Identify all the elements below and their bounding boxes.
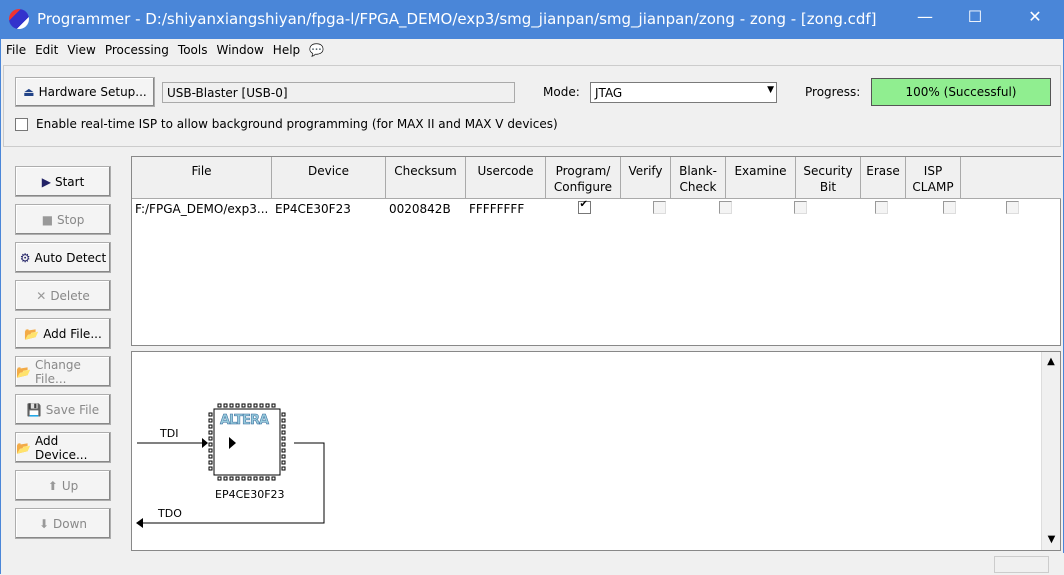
cell-checkbox[interactable] bbox=[718, 201, 732, 214]
column-header[interactable]: Blank- Check bbox=[671, 157, 726, 199]
device-table: File Device Checksum Usercode Program/ Confi… bbox=[131, 156, 1061, 346]
window-title: Programmer - D:/shiyanxiangshiyan/fpga-l… bbox=[37, 10, 877, 28]
feedback-icon[interactable]: 💬 bbox=[304, 41, 328, 57]
tdi-label: TDI bbox=[160, 427, 179, 440]
column-header[interactable]: File bbox=[132, 157, 272, 199]
stop-icon: ■ bbox=[41, 212, 54, 227]
stop-button[interactable]: ■ Stop bbox=[15, 204, 111, 235]
isp-checkbox[interactable] bbox=[15, 117, 28, 131]
mode-label: Mode: bbox=[543, 85, 580, 99]
cell-usercode: FFFFFFFF bbox=[469, 202, 525, 216]
column-header-filler bbox=[961, 157, 1061, 199]
cell-checkbox[interactable] bbox=[942, 201, 956, 214]
column-header[interactable]: Device bbox=[272, 157, 386, 199]
jtag-chain-diagram: ALTERA TDI TDO EP4CE30F23 ▲ ▼ bbox=[131, 351, 1061, 551]
delete-icon: ✕ bbox=[36, 288, 47, 303]
add-device-button[interactable]: 📂 Add Device... bbox=[15, 432, 111, 463]
down-button[interactable]: ⬇ Down bbox=[15, 508, 111, 539]
chip-label: EP4CE30F23 bbox=[215, 488, 285, 501]
up-button[interactable]: ⬆ Up bbox=[15, 470, 111, 501]
menu-window[interactable]: Window bbox=[211, 41, 267, 57]
minimize-button[interactable]: — bbox=[905, 7, 945, 33]
mode-select[interactable]: JTAG ▼ bbox=[590, 82, 777, 103]
auto-detect-button[interactable]: ⚙ Auto Detect bbox=[15, 242, 111, 273]
add-device-icon: 📂 bbox=[16, 440, 31, 455]
menu-processing[interactable]: Processing bbox=[100, 41, 173, 57]
cell-checkbox[interactable] bbox=[577, 199, 591, 214]
start-button[interactable]: ▶ Start bbox=[15, 166, 111, 197]
column-header[interactable]: Security Bit bbox=[796, 157, 861, 199]
hardware-setup-button[interactable]: ⏏ Hardware Setup... bbox=[15, 77, 155, 107]
vertical-scrollbar[interactable]: ▲ ▼ bbox=[1041, 352, 1060, 550]
status-bar bbox=[1, 553, 1064, 575]
menu-help[interactable]: Help bbox=[268, 41, 304, 57]
change-file-button[interactable]: 📂 Change File... bbox=[15, 356, 111, 387]
menu-edit[interactable]: Edit bbox=[30, 41, 62, 57]
altera-logo: ALTERA bbox=[220, 413, 270, 429]
menu-bar: File Edit View Processing Tools Window Help 💬 bbox=[1, 41, 1064, 61]
delete-button[interactable]: ✕ Delete bbox=[15, 280, 111, 311]
cell-checkbox[interactable] bbox=[874, 201, 888, 214]
cell-device: EP4CE30F23 bbox=[275, 202, 351, 216]
add-file-button[interactable]: 📂 Add File... bbox=[15, 318, 111, 349]
isp-option[interactable]: Enable real-time ISP to allow background… bbox=[15, 117, 558, 131]
save-file-icon: 💾 bbox=[26, 402, 42, 417]
column-header[interactable]: Erase bbox=[861, 157, 906, 199]
maximize-button[interactable]: ☐ bbox=[955, 7, 995, 33]
add-file-icon: 📂 bbox=[24, 326, 40, 341]
start-icon: ▶ bbox=[41, 174, 51, 189]
change-file-icon: 📂 bbox=[16, 364, 31, 379]
up-icon: ⬆ bbox=[47, 478, 58, 493]
tdi-arrow-icon bbox=[202, 438, 208, 448]
column-header[interactable]: Examine bbox=[726, 157, 796, 199]
column-header[interactable]: Program/ Configure bbox=[546, 157, 621, 199]
app-icon bbox=[9, 9, 29, 29]
hardware-field: USB-Blaster [USB-0] bbox=[162, 82, 515, 103]
scroll-up-icon[interactable]: ▲ bbox=[1042, 352, 1060, 372]
progress-bar: 100% (Successful) bbox=[871, 78, 1051, 106]
tdo-arrow-icon bbox=[136, 518, 143, 528]
column-header[interactable]: ISP CLAMP bbox=[906, 157, 961, 199]
chevron-down-icon: ▼ bbox=[767, 85, 774, 95]
hardware-icon: ⏏ bbox=[23, 85, 35, 99]
cell-file: F:/FPGA_DEMO/exp3... bbox=[135, 202, 269, 216]
column-header[interactable]: Usercode bbox=[466, 157, 546, 199]
status-pane bbox=[994, 556, 1049, 573]
auto-detect-icon: ⚙ bbox=[19, 250, 31, 265]
menu-view[interactable]: View bbox=[62, 41, 99, 57]
close-button[interactable]: ✕ bbox=[1015, 7, 1055, 33]
tdo-label: TDO bbox=[158, 507, 182, 520]
progress-label: Progress: bbox=[805, 85, 861, 99]
title-bar: Programmer - D:/shiyanxiangshiyan/fpga-l… bbox=[1, 1, 1064, 39]
menu-file[interactable]: File bbox=[1, 41, 30, 57]
save-file-button[interactable]: 💾 Save File bbox=[15, 394, 111, 425]
cell-checkbox[interactable] bbox=[1005, 201, 1019, 214]
column-header[interactable]: Verify bbox=[621, 157, 671, 199]
cell-checksum: 0020842B bbox=[389, 202, 451, 216]
scroll-down-icon[interactable]: ▼ bbox=[1042, 530, 1061, 550]
cell-checkbox[interactable] bbox=[794, 201, 807, 214]
down-icon: ⬇ bbox=[38, 516, 50, 531]
cell-checkbox[interactable] bbox=[653, 201, 666, 214]
menu-tools[interactable]: Tools bbox=[173, 41, 212, 57]
column-header[interactable]: Checksum bbox=[386, 157, 466, 199]
